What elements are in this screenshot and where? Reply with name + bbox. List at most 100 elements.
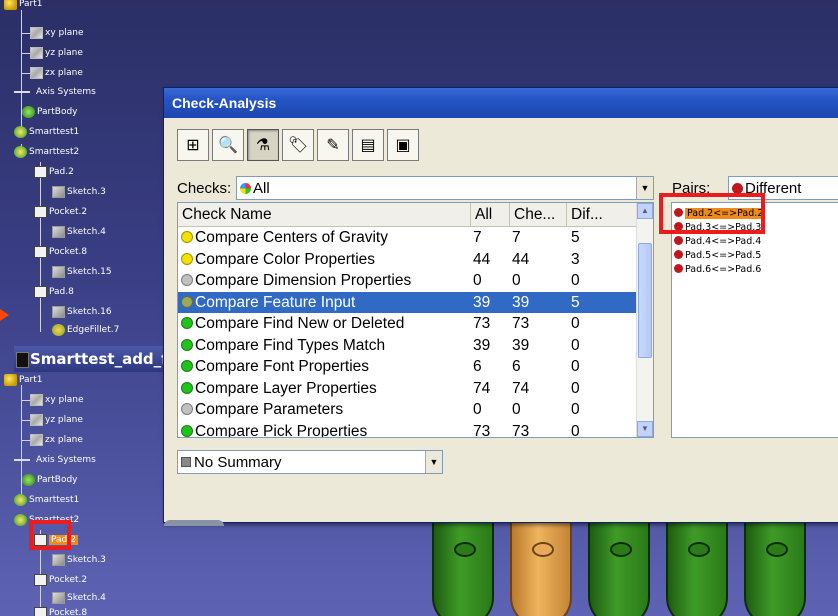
part-3d-green <box>744 518 806 616</box>
tree-node-xy-plane[interactable]: xy plane <box>30 24 83 42</box>
all-cell: 7 <box>473 229 482 246</box>
tree-icon[interactable]: ⊞ <box>177 129 209 161</box>
check-analysis-dialog: Check-Analysis ⊞ 🔍 ⚗ 🏷 ✎ ▤ ▣ Checks: All… <box>163 87 838 526</box>
tree-node-sketch-16[interactable]: Sketch.16 <box>52 303 112 321</box>
sketch-icon <box>52 266 65 278</box>
all-cell: 44 <box>473 250 491 268</box>
table-row[interactable]: Compare Pick Properties 73 73 0 <box>178 421 638 438</box>
tree-node-pocket-2[interactable]: Pocket.2 <box>34 203 87 221</box>
column-header-different[interactable]: Dif... <box>567 203 638 227</box>
chevron-down-icon[interactable]: ▼ <box>636 177 653 199</box>
different-cell: 0 <box>571 358 580 375</box>
table-row[interactable]: Compare Feature Input 39 39 5 <box>178 291 638 313</box>
different-cell: 0 <box>571 272 580 289</box>
different-cell: 0 <box>571 422 580 438</box>
table-row[interactable]: Compare Layer Properties 74 74 0 <box>178 378 638 400</box>
dialog-title-bar[interactable]: Check-Analysis <box>164 88 838 118</box>
tag-icon[interactable]: 🏷 <box>282 129 314 161</box>
tree-node-sketch-3[interactable]: Sketch.3 <box>52 551 106 569</box>
tree-node-xy-plane[interactable]: xy plane <box>30 391 83 409</box>
pencil-icon[interactable]: ✎ <box>317 129 349 161</box>
pocket-icon <box>34 607 47 616</box>
status-icon <box>181 231 193 243</box>
all-cell: 39 <box>473 336 491 354</box>
table-row[interactable]: Compare Centers of Gravity 7 7 5 <box>178 227 638 249</box>
tree-node-zx-plane[interactable]: zx plane <box>30 431 83 449</box>
tree-node-axis-systems[interactable]: Axis Systems <box>14 83 96 101</box>
status-icon <box>181 424 193 437</box>
dialog-toolbar: ⊞ 🔍 ⚗ 🏷 ✎ ▤ ▣ <box>177 129 419 165</box>
table-row[interactable]: Compare Find Types Match 39 39 0 <box>178 335 638 357</box>
table-row[interactable]: Compare Color Properties 44 44 3 <box>178 249 638 271</box>
tree-node-pad-8[interactable]: Pad.8 <box>34 283 74 301</box>
microscope-icon[interactable]: ⚗ <box>247 129 279 161</box>
plane-icon <box>30 434 43 446</box>
different-cell: 0 <box>571 401 580 418</box>
scroll-down-icon[interactable]: ▼ <box>637 421 653 437</box>
tree-node-sketch-15[interactable]: Sketch.15 <box>52 263 112 281</box>
tree-node-sketch-3[interactable]: Sketch.3 <box>52 183 106 201</box>
tree-node-part1[interactable]: Part1 <box>4 0 43 13</box>
tree-node-partbody[interactable]: PartBody <box>22 103 78 121</box>
check-name-cell: Compare Layer Properties <box>181 378 471 399</box>
axis-icon <box>14 91 30 93</box>
tree-node-yz-plane[interactable]: yz plane <box>30 44 83 62</box>
tree-node-pocket-8[interactable]: Pocket.8 <box>34 604 87 616</box>
checks-filter-select[interactable]: All ▼ <box>236 176 654 200</box>
tree-node-smarttest2[interactable]: Smarttest2 <box>14 143 79 161</box>
part-3d-highlighted <box>510 518 572 616</box>
pair-item[interactable]: Pad.5<=>Pad.5 <box>674 249 761 263</box>
all-status-icon <box>240 182 251 194</box>
different-status-icon <box>674 236 683 245</box>
window-title-smarttest[interactable]: Smarttest_add_f <box>14 346 174 372</box>
geometrical-set-icon <box>14 514 27 526</box>
tree-node-edgefillet-7[interactable]: EdgeFillet.7 <box>52 321 119 339</box>
checked-cell: 39 <box>512 336 530 354</box>
all-cell: 39 <box>473 293 491 311</box>
tree-node-yz-plane[interactable]: yz plane <box>30 411 83 429</box>
different-cell: 5 <box>571 229 580 246</box>
checked-cell: 0 <box>512 401 521 418</box>
tree-node-zx-plane[interactable]: zx plane <box>30 64 83 82</box>
table-row[interactable]: Compare Parameters 0 0 0 <box>178 399 638 421</box>
table-row[interactable]: Compare Find New or Deleted 73 73 0 <box>178 313 638 335</box>
column-header-all[interactable]: All <box>471 203 510 227</box>
status-icon <box>181 274 193 286</box>
table-row[interactable]: Compare Font Properties 6 6 0 <box>178 356 638 378</box>
tree-node-sketch-4[interactable]: Sketch.4 <box>52 223 106 241</box>
table-row[interactable]: Compare Dimension Properties 0 0 0 <box>178 270 638 292</box>
different-cell: 3 <box>571 250 580 268</box>
summary-select[interactable]: No Summary ▼ <box>177 450 443 474</box>
tree-node-axis-systems[interactable]: Axis Systems <box>14 451 96 469</box>
part-3d-green <box>666 518 728 616</box>
pair-item[interactable]: Pad.6<=>Pad.6 <box>674 263 761 277</box>
tree-node-partbody[interactable]: PartBody <box>22 471 78 489</box>
chevron-down-icon[interactable]: ▼ <box>425 451 442 473</box>
column-header-check-name[interactable]: Check Name <box>178 203 471 227</box>
part-3d-green <box>588 518 650 616</box>
scroll-thumb[interactable] <box>638 243 652 358</box>
pocket-icon <box>34 574 47 586</box>
all-cell: 0 <box>473 272 482 289</box>
column-header-checked[interactable]: Che... <box>510 203 567 227</box>
tree-node-pocket-2[interactable]: Pocket.2 <box>34 571 87 589</box>
checked-cell: 7 <box>512 229 521 246</box>
monitor-icon[interactable]: ▣ <box>387 129 419 161</box>
tree-node-part1[interactable]: Part1 <box>4 371 43 389</box>
tree-node-pocket-8[interactable]: Pocket.8 <box>34 243 87 261</box>
tree-node-smarttest1[interactable]: Smarttest1 <box>14 123 79 141</box>
tree-node-pad-2[interactable]: Pad.2 <box>34 163 74 181</box>
scroll-up-icon[interactable]: ▲ <box>637 203 653 219</box>
tree-node-smarttest1[interactable]: Smarttest1 <box>14 491 79 509</box>
plane-icon <box>30 67 43 79</box>
geometrical-set-icon <box>14 126 27 138</box>
partbody-icon <box>22 474 35 486</box>
table-scrollbar[interactable]: ▲ ▼ <box>636 203 653 437</box>
part-icon <box>4 374 17 386</box>
zoom-icon[interactable]: 🔍 <box>212 129 244 161</box>
pair-item[interactable]: Pad.4<=>Pad.4 <box>674 235 761 249</box>
different-cell: 0 <box>571 315 580 332</box>
checks-label: Checks: <box>177 180 232 197</box>
report-icon[interactable]: ▤ <box>352 129 384 161</box>
different-cell: 0 <box>571 379 580 397</box>
